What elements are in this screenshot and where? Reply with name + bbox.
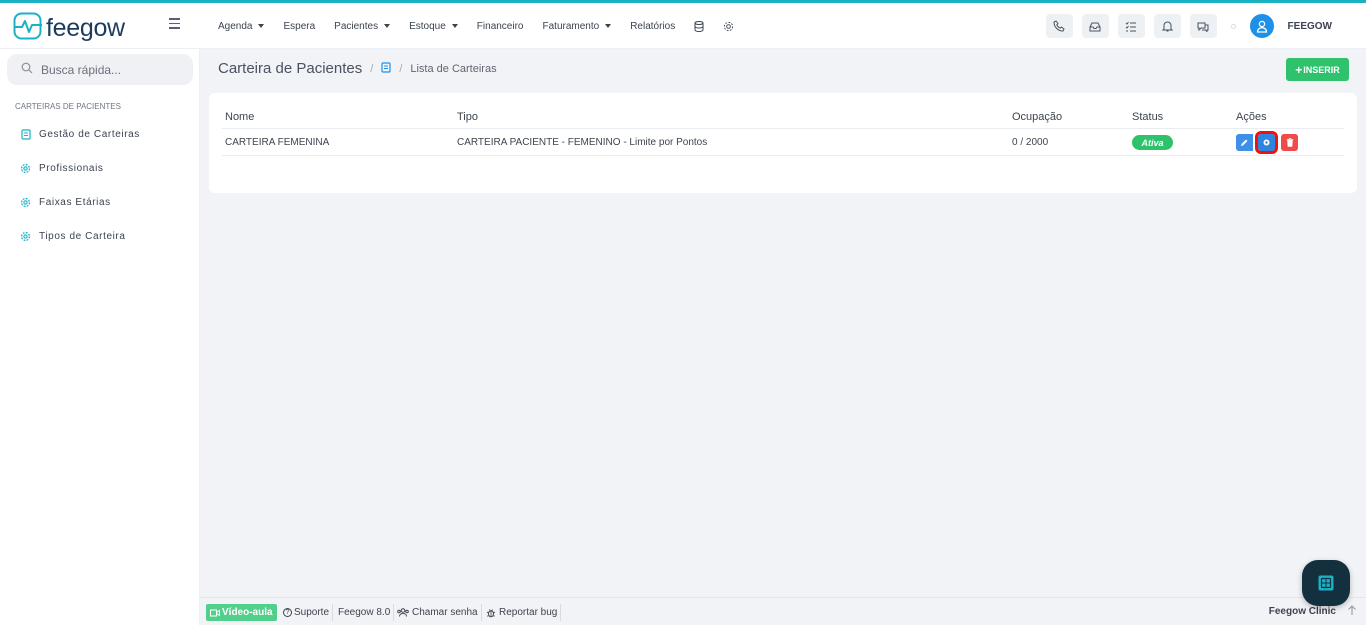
book-icon: [20, 129, 31, 140]
sidebar-item-profissionais[interactable]: Profissionais: [20, 163, 104, 174]
table-divider: [222, 128, 1344, 129]
status-badge: Ativa: [1132, 135, 1173, 150]
nav-label: Faturamento: [542, 20, 600, 32]
edit-button[interactable]: [1236, 134, 1253, 151]
chamar-senha-label: Chamar senha: [412, 607, 478, 618]
column-header-status[interactable]: Status: [1132, 111, 1163, 123]
inbox-icon[interactable]: [1081, 14, 1109, 38]
breadcrumb-current: Lista de Carteiras: [410, 62, 497, 75]
carteiras-table-card: Nome Tipo Ocupação Status Ações CARTEIRA…: [209, 93, 1357, 193]
nav-label: Relatórios: [630, 20, 676, 32]
heartbeat-logo-icon: [13, 12, 43, 43]
main-nav: Agenda Espera Pacientes Estoque Financei…: [218, 3, 753, 49]
sidebar-section-header: CARTEIRAS DE PACIENTES: [15, 102, 121, 111]
phone-icon[interactable]: [1045, 14, 1073, 38]
brand-name: feegow: [46, 13, 125, 42]
gear-icon: [1263, 139, 1270, 146]
settings-icon[interactable]: [723, 21, 734, 32]
reportar-bug-label: Reportar bug: [499, 607, 558, 618]
feegow-logo[interactable]: feegow: [13, 12, 125, 43]
nav-faturamento[interactable]: Faturamento: [543, 21, 612, 32]
database-icon[interactable]: [694, 20, 704, 32]
table-divider: [222, 155, 1344, 156]
nav-label: Espera: [283, 20, 316, 32]
sidebar-item-label: Gestão de Carteiras: [39, 129, 140, 140]
sidebar-item-label: Profissionais: [39, 163, 104, 174]
nav-estoque[interactable]: Estoque: [409, 21, 458, 32]
gear-icon: [20, 197, 31, 208]
breadcrumb: Carteira de Pacientes / / Lista de Carte…: [218, 60, 497, 77]
insert-label: INSERIR: [1303, 64, 1340, 75]
caret-down-icon: [258, 24, 265, 28]
header-tools: FEEGOW: [1045, 14, 1332, 38]
page-title: Carteira de Pacientes: [218, 60, 363, 77]
status-dot: [1230, 23, 1236, 29]
column-header-acoes: Ações: [1236, 111, 1267, 123]
chamar-senha-button[interactable]: Chamar senha: [394, 604, 482, 621]
footer-bar: Vídeo-aula ? Suporte Feegow 8.0 Chamar s…: [200, 597, 1366, 625]
settings-button[interactable]: [1255, 131, 1278, 154]
caret-down-icon: [451, 24, 458, 28]
nav-relatorios[interactable]: Relatórios: [630, 21, 675, 32]
pencil-icon: [1241, 139, 1248, 146]
video-camera-icon: [210, 609, 220, 616]
trash-icon: [1286, 138, 1293, 147]
cell-tipo: CARTEIRA PACIENTE - FEMENINO - Limite po…: [457, 137, 708, 148]
nav-label: Estoque: [409, 20, 446, 32]
caret-down-icon: [384, 24, 391, 28]
cell-nome: CARTEIRA FEMENINA: [225, 137, 330, 148]
user-icon: [1256, 20, 1267, 33]
version-label: Feegow 8.0: [335, 604, 395, 621]
plus-icon: +: [1295, 62, 1303, 77]
sidebar-item-faixas-etarias[interactable]: Faixas Etárias: [20, 197, 111, 208]
widget-icon: [1318, 575, 1334, 591]
breadcrumb-separator: /: [399, 62, 403, 75]
checklist-icon[interactable]: [1117, 14, 1145, 38]
sidebar-item-label: Faixas Etárias: [39, 197, 111, 208]
sidebar-item-label: Tipos de Carteira: [39, 231, 126, 242]
floating-chat-button[interactable]: [1302, 560, 1350, 606]
book-icon: [381, 61, 391, 76]
suporte-label: Suporte: [294, 607, 330, 618]
column-header-nome[interactable]: Nome: [225, 111, 254, 123]
gear-icon: [20, 163, 31, 174]
help-circle-icon: ?: [283, 608, 292, 617]
caret-down-icon: [605, 24, 612, 28]
nav-label: Financeiro: [476, 20, 524, 32]
nav-label: Pacientes: [334, 20, 379, 32]
search-icon: [21, 62, 33, 77]
search-input[interactable]: [41, 62, 181, 77]
arrow-up-icon[interactable]: [1346, 604, 1358, 618]
chat-icon[interactable]: [1189, 14, 1217, 38]
nav-pacientes[interactable]: Pacientes: [334, 20, 391, 32]
user-name[interactable]: FEEGOW: [1288, 21, 1332, 32]
top-navbar: feegow Agenda Espera Pacientes Estoque F…: [0, 3, 1366, 49]
bell-icon[interactable]: [1153, 14, 1181, 38]
hamburger-menu-icon[interactable]: [169, 15, 185, 35]
bug-icon: [486, 608, 496, 617]
clinic-name: Feegow Clinic: [1268, 606, 1336, 617]
breadcrumb-separator: /: [370, 62, 374, 75]
user-avatar[interactable]: [1249, 14, 1274, 38]
sidebar-item-tipos-carteira[interactable]: Tipos de Carteira: [20, 231, 126, 242]
delete-button[interactable]: [1281, 134, 1298, 151]
nav-agenda[interactable]: Agenda: [218, 20, 265, 32]
video-label: Vídeo-aula: [222, 607, 273, 618]
reportar-bug-button[interactable]: Reportar bug: [483, 604, 562, 621]
version-text: Feegow 8.0: [338, 607, 391, 618]
suporte-button[interactable]: ? Suporte: [280, 604, 334, 621]
gear-icon: [20, 231, 31, 242]
column-header-ocupacao[interactable]: Ocupação: [1012, 111, 1062, 123]
column-header-tipo[interactable]: Tipo: [457, 111, 478, 123]
sidebar: CARTEIRAS DE PACIENTES Gestão de Carteir…: [0, 49, 200, 625]
users-icon: [397, 608, 409, 617]
nav-label: Agenda: [218, 20, 253, 32]
video-aula-button[interactable]: Vídeo-aula: [206, 604, 277, 621]
sidebar-item-gestao-carteiras[interactable]: Gestão de Carteiras: [20, 129, 140, 140]
nav-financeiro[interactable]: Financeiro: [477, 21, 524, 32]
quick-search: [7, 54, 193, 85]
insert-button[interactable]: + INSERIR: [1286, 58, 1349, 81]
cell-ocupacao: 0 / 2000: [1012, 137, 1049, 148]
nav-espera[interactable]: Espera: [283, 21, 315, 32]
